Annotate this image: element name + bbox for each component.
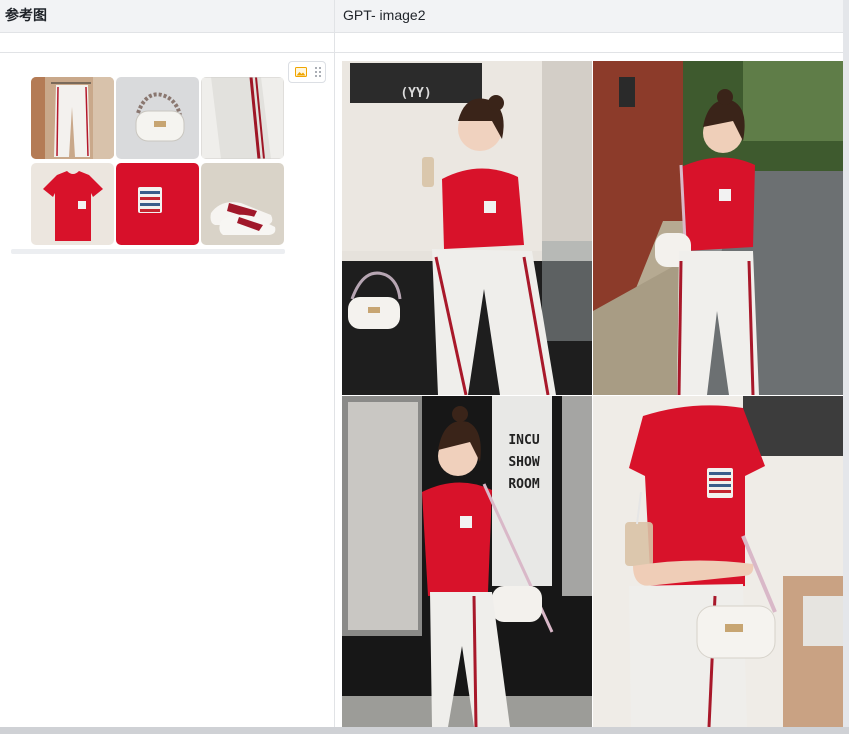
column-divider: [334, 53, 335, 727]
column-header-reference[interactable]: 参考图: [0, 0, 334, 32]
white-handbag-photo[interactable]: [116, 77, 199, 159]
red-white-sneakers-photo[interactable]: [201, 163, 284, 245]
model-street-photo[interactable]: [593, 61, 843, 395]
red-tshirt-photo[interactable]: [31, 163, 114, 245]
table-row[interactable]: (YY) INCU SHOW ROOM: [0, 53, 843, 727]
shop-sign-line-3: ROOM: [508, 477, 539, 492]
generated-image-grid: (YY) INCU SHOW ROOM: [342, 61, 843, 727]
wall-sign-text: (YY): [400, 86, 431, 101]
cell-toolbar: [288, 61, 326, 83]
column-header-gpt-image2[interactable]: GPT- image2: [334, 0, 843, 32]
image-icon[interactable]: [295, 66, 307, 78]
model-sitting-photo[interactable]: (YY): [342, 61, 592, 395]
model-closeup-photo[interactable]: [593, 396, 843, 727]
shop-sign-line-2: SHOW: [508, 455, 539, 470]
model-shop-window-photo[interactable]: INCU SHOW ROOM: [342, 396, 592, 727]
striped-pants-closeup-photo[interactable]: [201, 77, 284, 159]
reference-image-grid: [31, 77, 285, 245]
shop-sign-line-1: INCU: [508, 433, 539, 448]
column-divider: [334, 33, 335, 52]
spreadsheet-view: 参考图 GPT- image2 (YY) INCU SHOW ROOM: [0, 0, 849, 734]
table-header: 参考图 GPT- image2: [0, 0, 843, 33]
white-pants-photo[interactable]: [31, 77, 114, 159]
drag-handle-icon[interactable]: [314, 66, 322, 78]
red-tshirt-embroidery-closeup-photo[interactable]: [116, 163, 199, 245]
thumbnail-scrollbar[interactable]: [11, 249, 285, 254]
vertical-scrollbar[interactable]: [843, 0, 849, 727]
table-row[interactable]: [0, 33, 843, 53]
horizontal-scrollbar[interactable]: [0, 727, 849, 734]
